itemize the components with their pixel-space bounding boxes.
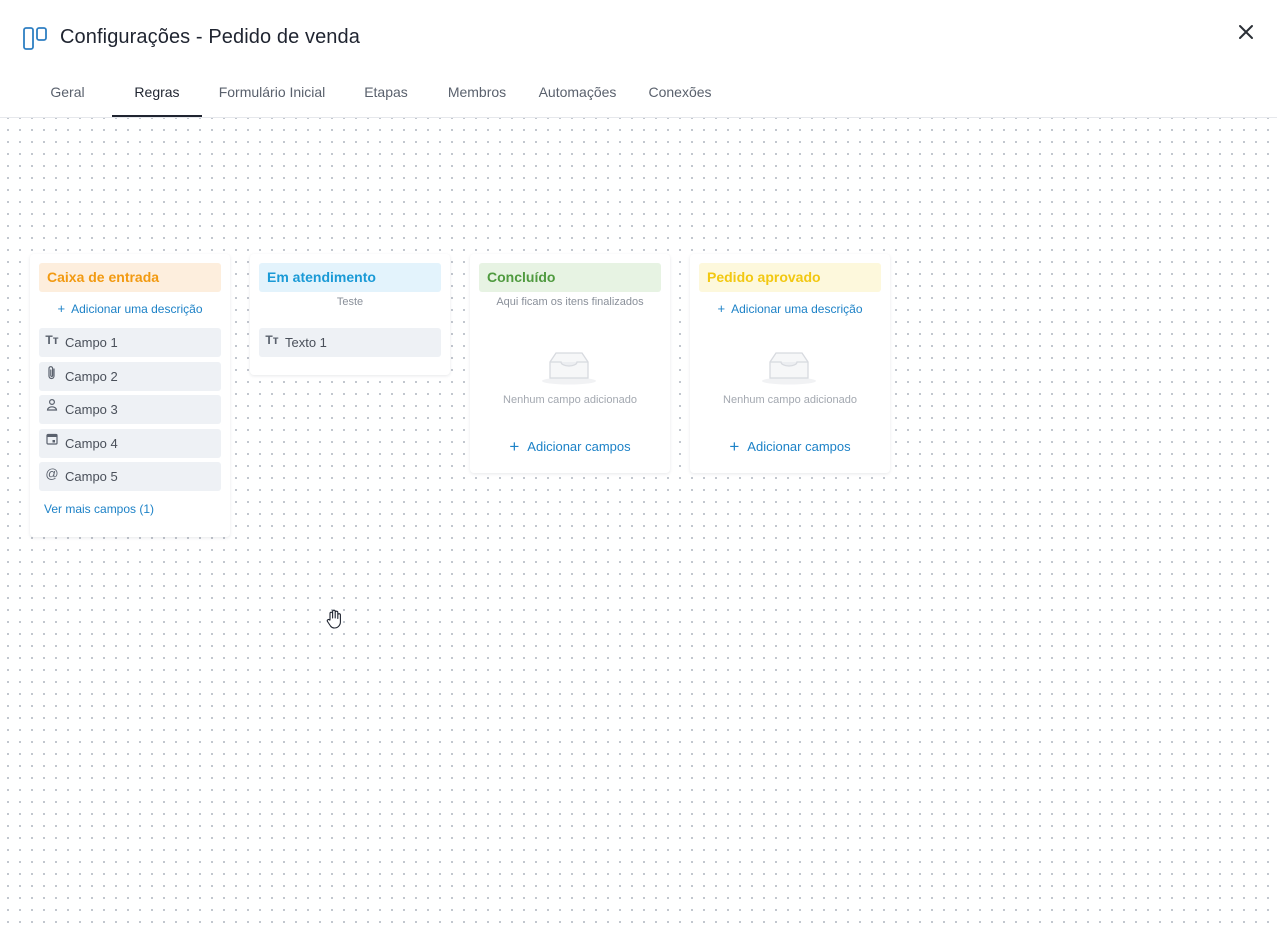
field-label: Campo 4 (65, 436, 118, 451)
plus-icon: + (509, 437, 520, 456)
add-fields-button[interactable]: + Adicionar campos (470, 437, 670, 457)
tab-formulario-inicial[interactable]: Formulário Inicial (210, 70, 334, 117)
add-description-button[interactable]: + Adicionar uma descrição (690, 301, 890, 316)
stage-card-concluido[interactable]: Concluído Aqui ficam os itens finalizado… (470, 254, 670, 473)
active-tab-indicator (112, 115, 202, 117)
tab-geral[interactable]: Geral (40, 70, 95, 117)
stage-card-caixa-de-entrada[interactable]: Caixa de entrada + Adicionar uma descriçã… (30, 254, 230, 537)
hand-cursor-icon (326, 609, 341, 629)
stage-title[interactable]: Concluído (479, 263, 661, 292)
stage-card-em-atendimento[interactable]: Em atendimento Teste Tт Texto 1 (250, 254, 450, 375)
field-item[interactable]: Campo 2 (39, 362, 221, 391)
field-label: Campo 3 (65, 402, 118, 417)
field-item[interactable]: @ Campo 5 (39, 462, 221, 491)
rules-canvas[interactable]: Caixa de entrada + Adicionar uma descriçã… (0, 118, 1277, 925)
page-title: Configurações - Pedido de venda (60, 26, 360, 48)
text-icon: Tт (265, 333, 279, 347)
field-label: Campo 5 (65, 469, 118, 484)
board-icon (23, 27, 47, 50)
tab-regras[interactable]: Regras (112, 70, 202, 117)
attachment-icon (45, 362, 59, 391)
add-fields-button[interactable]: + Adicionar campos (690, 437, 890, 457)
add-fields-label: Adicionar campos (747, 439, 851, 454)
at-icon: @ (45, 466, 59, 481)
field-item[interactable]: Tт Campo 1 (39, 328, 221, 357)
stage-title[interactable]: Pedido aprovado (699, 263, 881, 292)
tab-automacoes[interactable]: Automações (530, 70, 625, 117)
close-icon[interactable] (1234, 20, 1258, 44)
tab-conexoes[interactable]: Conexões (640, 70, 720, 117)
plus-icon: + (717, 301, 726, 316)
field-label: Campo 2 (65, 369, 118, 384)
stage-description[interactable]: Aqui ficam os itens finalizados (470, 296, 670, 308)
add-fields-label: Adicionar campos (527, 439, 631, 454)
modal-header: Configurações - Pedido de venda Geral Re… (0, 0, 1277, 118)
stage-title[interactable]: Em atendimento (259, 263, 441, 292)
field-item[interactable]: Campo 4 (39, 429, 221, 458)
add-description-label: Adicionar uma descrição (731, 302, 863, 316)
stage-description[interactable]: Teste (250, 296, 450, 308)
stage-title[interactable]: Caixa de entrada (39, 263, 221, 292)
field-label: Campo 1 (65, 335, 118, 350)
text-icon: Tт (45, 333, 59, 347)
plus-icon: + (57, 301, 66, 316)
tab-membros[interactable]: Membros (440, 70, 514, 117)
add-description-button[interactable]: + Adicionar uma descrição (30, 301, 230, 316)
user-icon (45, 395, 59, 424)
empty-fields-text: Nenhum campo adicionado (723, 394, 857, 406)
calendar-icon (45, 429, 59, 458)
plus-icon: + (729, 437, 740, 456)
stage-card-pedido-aprovado[interactable]: Pedido aprovado + Adicionar uma descrição… (690, 254, 890, 473)
more-fields-link[interactable]: Ver mais campos (1) (44, 502, 154, 516)
tab-bar: Geral Regras Formulário Inicial Etapas M… (0, 70, 1277, 118)
empty-inbox-icon (762, 352, 816, 385)
field-item[interactable]: Campo 3 (39, 395, 221, 424)
tab-etapas[interactable]: Etapas (352, 70, 420, 117)
field-label: Texto 1 (285, 335, 327, 350)
add-description-label: Adicionar uma descrição (71, 302, 203, 316)
field-item[interactable]: Tт Texto 1 (259, 328, 441, 357)
empty-inbox-icon (542, 352, 596, 385)
empty-fields-text: Nenhum campo adicionado (503, 394, 637, 406)
